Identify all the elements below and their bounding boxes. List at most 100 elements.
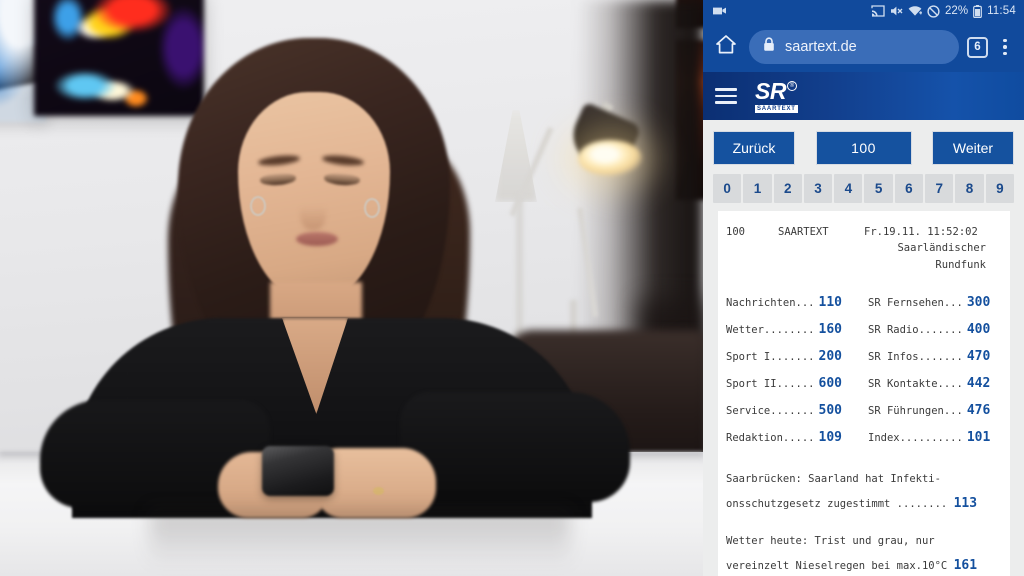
digit-button-0[interactable]: 0 [713, 174, 742, 203]
table-row: Redaktion..... 109 Index.......... 101 [726, 424, 1002, 451]
smartphone [262, 446, 334, 496]
background-photo [0, 0, 703, 576]
earring-right [364, 198, 380, 218]
clock-label: 11:54 [987, 5, 1016, 17]
index-label: Wetter........ [726, 323, 815, 336]
page-body: Zurück 100 Weiter 0 1 2 3 4 5 6 7 8 9 10… [703, 120, 1024, 576]
teletext-index-table: Nachrichten... 110 SR Fernsehen... 300 W… [726, 289, 1002, 451]
site-header: SR ® SAARTEXT [703, 72, 1024, 120]
logo-subtitle: SAARTEXT [755, 104, 798, 113]
index-entry-left[interactable]: Sport I....... 200 [726, 343, 868, 370]
index-label: Redaktion..... [726, 431, 815, 444]
digit-button-3[interactable]: 3 [803, 174, 833, 203]
lock-icon [763, 37, 775, 57]
index-entry-right[interactable]: SR Infos....... 470 [868, 343, 990, 370]
teletext-nav-row: Zurück 100 Weiter [703, 120, 1024, 174]
digit-button-5[interactable]: 5 [864, 174, 893, 203]
digit-button-1[interactable]: 1 [743, 174, 772, 203]
teletext-page-card: 100 SAARTEXT Fr.19.11. 11:52:02 Saarländ… [718, 211, 1010, 576]
index-entry-left[interactable]: Sport II...... 600 [726, 370, 868, 397]
desk-lamp-bulb [578, 140, 642, 176]
news-line-1: Saarbrücken: Saarland hat Infekti- [726, 472, 941, 485]
news-item[interactable]: Saarbrücken: Saarland hat Infekti- onssc… [726, 469, 1002, 517]
index-number[interactable]: 200 [819, 343, 842, 370]
index-entry-left[interactable]: Nachrichten... 110 [726, 289, 868, 316]
teletext-header: 100 SAARTEXT Fr.19.11. 11:52:02 Saarländ… [726, 224, 1002, 273]
index-label: SR Infos....... [868, 350, 963, 363]
finger-ring [373, 487, 384, 495]
index-entry-right[interactable]: SR Kontakte.... 442 [868, 370, 990, 397]
digit-button-2[interactable]: 2 [773, 174, 802, 203]
next-page-button[interactable]: Weiter [932, 131, 1014, 165]
overflow-menu-icon[interactable] [996, 38, 1014, 56]
previous-page-button[interactable]: Zurück [713, 131, 795, 165]
logo-main-text: SR [755, 77, 786, 104]
index-number[interactable]: 400 [967, 316, 990, 343]
camera-icon [713, 6, 727, 16]
broadcaster-line-1: Saarländischer [897, 242, 986, 255]
do-not-disturb-icon [927, 4, 940, 18]
index-number[interactable]: 600 [819, 370, 842, 397]
wall-art-main [34, 0, 204, 116]
sr-saartext-logo[interactable]: SR ® SAARTEXT [755, 77, 798, 113]
index-entry-right[interactable]: Index.......... 101 [868, 424, 990, 451]
index-label: SR Kontakte.... [868, 377, 963, 390]
digit-button-9[interactable]: 9 [985, 174, 1014, 203]
table-row: Wetter........ 160 SR Radio....... 400 [726, 316, 1002, 343]
broadcaster-line-2: Rundfunk [935, 258, 986, 271]
tab-switcher-button[interactable]: 6 [967, 36, 988, 58]
news-line-2: onsschutzgesetz zugestimmt ........ [726, 497, 954, 510]
lips [296, 232, 338, 246]
digit-button-6[interactable]: 6 [894, 174, 924, 203]
digit-keypad: 0 1 2 3 4 5 6 7 8 9 [703, 174, 1024, 211]
digit-button-4[interactable]: 4 [834, 174, 863, 203]
news-line-1: Wetter heute: Trist und grau, nur [726, 535, 935, 548]
news-page-number[interactable]: 113 [954, 496, 977, 511]
table-reflection [150, 510, 570, 566]
table-row: Nachrichten... 110 SR Fernsehen... 300 [726, 289, 1002, 316]
registered-trademark-icon: ® [786, 80, 797, 91]
index-label: SR Fernsehen... [868, 296, 963, 309]
table-row: Service....... 500 SR Führungen... 476 [726, 397, 1002, 424]
index-number[interactable]: 110 [819, 289, 842, 316]
index-number[interactable]: 470 [967, 343, 990, 370]
wifi-icon [908, 5, 923, 17]
index-entry-right[interactable]: SR Führungen... 476 [868, 397, 990, 424]
teletext-service-name: SAARTEXT [778, 226, 829, 238]
home-icon [715, 34, 737, 60]
index-number[interactable]: 500 [819, 397, 842, 424]
index-label: Sport I....... [726, 350, 815, 363]
index-entry-left[interactable]: Wetter........ 160 [726, 316, 868, 343]
digit-button-8[interactable]: 8 [955, 174, 984, 203]
address-bar[interactable]: saartext.de [749, 30, 959, 64]
index-entry-right[interactable]: SR Fernsehen... 300 [868, 289, 990, 316]
digit-button-7[interactable]: 7 [925, 174, 954, 203]
screencast-icon [871, 5, 885, 17]
index-number[interactable]: 160 [819, 316, 842, 343]
index-number[interactable]: 442 [967, 370, 990, 397]
browser-toolbar: saartext.de 6 [703, 22, 1024, 72]
index-entry-left[interactable]: Service....... 500 [726, 397, 868, 424]
index-number[interactable]: 109 [819, 424, 842, 451]
hamburger-menu-icon[interactable] [715, 88, 737, 104]
index-label: Nachrichten... [726, 296, 815, 309]
mute-icon [890, 5, 903, 17]
news-item[interactable]: Wetter heute: Trist und grau, nur verein… [726, 531, 1002, 576]
index-entry-left[interactable]: Redaktion..... 109 [726, 424, 868, 451]
teletext-news-section: Saarbrücken: Saarland hat Infekti- onssc… [726, 469, 1002, 576]
index-number[interactable]: 101 [967, 424, 990, 451]
index-label: Index.......... [868, 431, 963, 444]
hand-right [316, 448, 436, 518]
table-row: Sport I....... 200 SR Infos....... 470 [726, 343, 1002, 370]
android-status-bar: 22% 11:54 [703, 0, 1024, 22]
current-page-field[interactable]: 100 [815, 131, 912, 165]
table-row: Sport II...... 600 SR Kontakte.... 442 [726, 370, 1002, 397]
url-text[interactable]: saartext.de [785, 39, 857, 55]
index-number[interactable]: 476 [967, 397, 990, 424]
teletext-datetime: Fr.19.11. 11:52:02 [864, 226, 978, 238]
index-number[interactable]: 300 [967, 289, 990, 316]
index-entry-right[interactable]: SR Radio....... 400 [868, 316, 990, 343]
index-label: Sport II...... [726, 377, 815, 390]
news-page-number[interactable]: 161 [954, 558, 977, 573]
home-button[interactable] [711, 32, 741, 62]
